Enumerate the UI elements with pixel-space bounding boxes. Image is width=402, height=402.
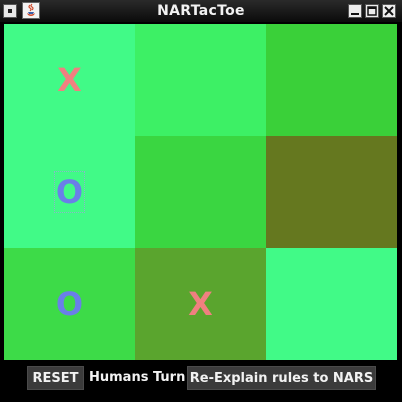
board-cell-5[interactable] bbox=[135, 136, 266, 248]
cell-mark: O bbox=[55, 285, 84, 323]
maximize-icon[interactable] bbox=[365, 4, 379, 18]
board-cell-6[interactable] bbox=[266, 136, 397, 248]
cell-mark: X bbox=[57, 61, 82, 99]
board-cell-8[interactable]: X bbox=[135, 248, 266, 360]
board-cell-4[interactable]: O bbox=[4, 136, 135, 248]
reset-button[interactable]: RESET bbox=[27, 366, 84, 390]
cell-mark: X bbox=[188, 285, 213, 323]
close-icon[interactable] bbox=[382, 4, 396, 18]
turn-status-label: Humans Turn bbox=[89, 370, 186, 385]
board-cell-2[interactable] bbox=[135, 24, 266, 136]
title-bar[interactable]: NARTacToe bbox=[0, 0, 402, 23]
board-cell-9[interactable] bbox=[266, 248, 397, 360]
board-cell-7[interactable]: O bbox=[4, 248, 135, 360]
control-bar: RESET Humans Turn Re-Explain rules to NA… bbox=[0, 366, 402, 390]
board-cell-3[interactable] bbox=[266, 24, 397, 136]
content-pane: X O O X RESET Humans Turn Re-Explain rul… bbox=[0, 22, 402, 402]
window-title: NARTacToe bbox=[157, 3, 245, 19]
tic-tac-toe-board: X O O X bbox=[4, 24, 397, 360]
re-explain-rules-button[interactable]: Re-Explain rules to NARS bbox=[187, 366, 376, 390]
cell-mark: O bbox=[53, 171, 86, 213]
board-cell-1[interactable]: X bbox=[4, 24, 135, 136]
minimize-icon[interactable] bbox=[348, 4, 362, 18]
app-window: NARTacToe X O O X RESET Humans Turn Re-E… bbox=[0, 0, 402, 402]
